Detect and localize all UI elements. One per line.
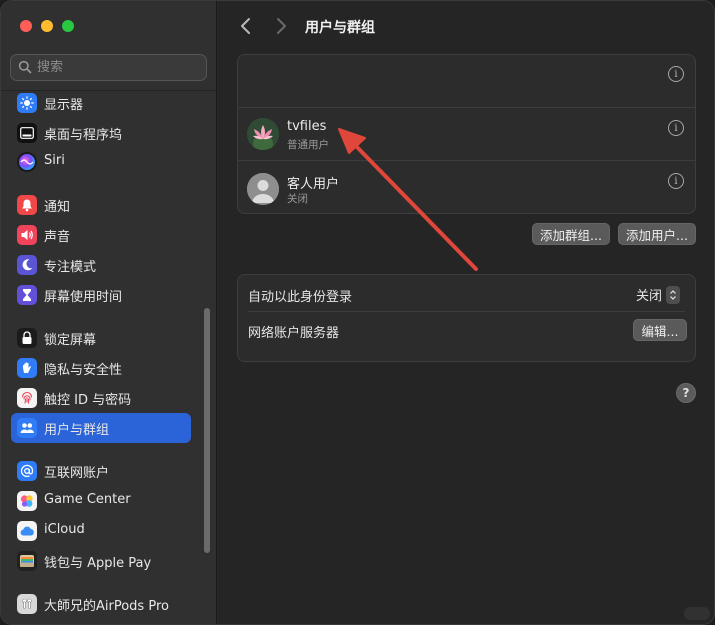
sidebar-item-siri[interactable]: Siri bbox=[11, 147, 191, 177]
auto-login-popup[interactable]: 关闭 bbox=[636, 285, 681, 304]
sidebar-item-users-groups[interactable]: 用户与群组 bbox=[11, 413, 191, 443]
toolbar: 用户与群组 bbox=[218, 1, 714, 51]
sidebar-item-label: 声音 bbox=[44, 230, 71, 245]
sidebar-item-sound[interactable]: 声音 bbox=[11, 220, 191, 250]
cloud-icon bbox=[17, 521, 37, 541]
sidebar-item-label: 互联网账户 bbox=[44, 466, 110, 481]
auto-login-value: 关闭 bbox=[636, 289, 663, 304]
auto-login-label: 自动以此身份登录 bbox=[248, 290, 353, 305]
search-input[interactable] bbox=[37, 58, 197, 77]
page-title: 用户与群组 bbox=[305, 20, 375, 36]
sidebar-item-airpods[interactable]: 大師兄的AirPods Pro bbox=[11, 589, 191, 619]
zoom-window-button[interactable] bbox=[62, 20, 74, 32]
users-list: i tvfiles 普通用户 i 客人用户 关闭 i bbox=[237, 54, 696, 214]
sidebar-item-desktop-dock[interactable]: 桌面与程序坞 bbox=[11, 118, 191, 148]
row-divider bbox=[248, 311, 685, 312]
info-icon[interactable]: i bbox=[668, 173, 684, 189]
sidebar-item-touch-id[interactable]: 触控 ID 与密码 bbox=[11, 383, 191, 413]
sidebar-item-label: 通知 bbox=[44, 200, 71, 215]
login-settings: 自动以此身份登录 关闭 网络账户服务器 编辑... bbox=[237, 274, 696, 362]
close-window-button[interactable] bbox=[20, 20, 32, 32]
info-icon[interactable]: i bbox=[668, 120, 684, 136]
lotus-avatar bbox=[247, 118, 279, 150]
moon-icon bbox=[17, 255, 37, 275]
sidebar-item-screen-time[interactable]: 屏幕使用时间 bbox=[11, 280, 191, 310]
add-group-button[interactable]: 添加群组... bbox=[532, 223, 610, 245]
sidebar-item-label: 屏幕使用时间 bbox=[44, 290, 123, 305]
sidebar: 显示器 桌面与程序坞 Siri 通知 bbox=[1, 1, 217, 624]
sidebar-item-wallet[interactable]: 钱包与 Apple Pay bbox=[11, 546, 191, 576]
at-icon bbox=[17, 461, 37, 481]
sidebar-scrollbar[interactable] bbox=[204, 308, 210, 553]
game-center-icon bbox=[17, 491, 37, 511]
up-down-chevron-icon bbox=[666, 285, 681, 304]
users-icon bbox=[17, 418, 37, 438]
sidebar-item-label: 钱包与 Apple Pay bbox=[44, 556, 152, 571]
info-icon[interactable]: i bbox=[668, 66, 684, 82]
fingerprint-icon bbox=[17, 388, 37, 408]
sidebar-item-label: 用户与群组 bbox=[44, 423, 110, 438]
minimize-window-button[interactable] bbox=[41, 20, 53, 32]
watermark bbox=[684, 607, 710, 620]
sidebar-item-game-center[interactable]: Game Center bbox=[11, 486, 191, 516]
sidebar-item-label: 隐私与安全性 bbox=[44, 363, 123, 378]
settings-window: 显示器 桌面与程序坞 Siri 通知 bbox=[0, 0, 715, 625]
sidebar-item-displays[interactable]: 显示器 bbox=[11, 88, 191, 118]
speaker-icon bbox=[17, 225, 37, 245]
user-name: 客人用户 bbox=[287, 177, 340, 192]
sidebar-item-label: 锁定屏幕 bbox=[44, 333, 97, 348]
forward-chevron-icon[interactable] bbox=[271, 15, 291, 37]
user-role: 关闭 bbox=[287, 193, 308, 205]
edit-button[interactable]: 编辑... bbox=[633, 319, 687, 341]
help-button[interactable]: ? bbox=[676, 383, 696, 403]
back-chevron-icon[interactable] bbox=[236, 15, 256, 37]
sidebar-item-label: 桌面与程序坞 bbox=[44, 128, 123, 143]
row-divider bbox=[238, 160, 695, 161]
generic-user-avatar bbox=[247, 173, 279, 205]
hand-icon bbox=[17, 358, 37, 378]
sidebar-item-label: Game Center bbox=[44, 492, 131, 507]
lock-icon bbox=[17, 328, 37, 348]
search-icon bbox=[18, 60, 32, 74]
sidebar-item-icloud[interactable]: iCloud bbox=[11, 516, 191, 546]
sun-icon bbox=[17, 93, 37, 113]
bell-icon bbox=[17, 195, 37, 215]
airpods-icon bbox=[17, 594, 37, 614]
dock-icon bbox=[17, 123, 37, 143]
sidebar-item-label: Siri bbox=[44, 153, 65, 168]
wallet-icon bbox=[17, 551, 37, 571]
sidebar-item-label: 大師兄的AirPods Pro bbox=[44, 599, 169, 614]
row-divider bbox=[238, 107, 695, 108]
sidebar-item-internet-accounts[interactable]: 互联网账户 bbox=[11, 456, 191, 486]
network-server-label: 网络账户服务器 bbox=[248, 326, 340, 341]
window-controls bbox=[20, 20, 74, 32]
hourglass-icon bbox=[17, 285, 37, 305]
sidebar-item-label: 触控 ID 与密码 bbox=[44, 393, 132, 408]
sidebar-item-label: 专注模式 bbox=[44, 260, 97, 275]
sidebar-item-lock-screen[interactable]: 锁定屏幕 bbox=[11, 323, 191, 353]
sidebar-item-notifications[interactable]: 通知 bbox=[11, 190, 191, 220]
sidebar-item-label: iCloud bbox=[44, 522, 85, 537]
siri-icon bbox=[17, 152, 37, 172]
sidebar-item-privacy-security[interactable]: 隐私与安全性 bbox=[11, 353, 191, 383]
user-role: 普通用户 bbox=[287, 139, 329, 151]
sidebar-item-focus[interactable]: 专注模式 bbox=[11, 250, 191, 280]
sidebar-item-label: 显示器 bbox=[44, 98, 84, 113]
search-field[interactable] bbox=[10, 54, 207, 81]
main-content: 用户与群组 i tvfiles 普通用户 i 客人用户 关闭 i 添加群组...… bbox=[218, 1, 714, 624]
user-name: tvfiles bbox=[287, 119, 327, 134]
add-user-button[interactable]: 添加用户... bbox=[618, 223, 696, 245]
